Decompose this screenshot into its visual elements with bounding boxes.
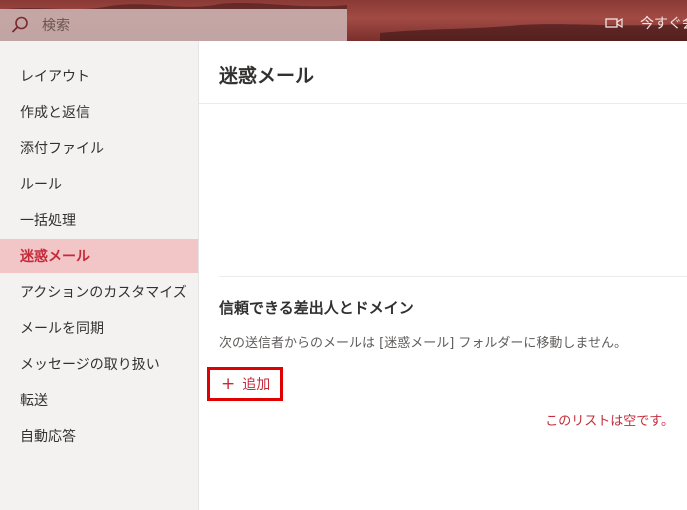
safe-senders-description: 次の送信者からのメールは [迷惑メール] フォルダーに移動しません。 [219,336,628,351]
add-button-label: 追加 [242,377,271,393]
sidebar-item-customize-actions[interactable]: アクションのカスタマイズ [0,275,198,309]
video-icon[interactable] [605,16,623,30]
sidebar-item-sweep[interactable]: 一括処理 [0,203,198,237]
sidebar-item-attachments[interactable]: 添付ファイル [0,131,198,165]
sidebar-item-message-handling[interactable]: メッセージの取り扱い [0,347,198,381]
sidebar-item-sync-email[interactable]: メールを同期 [0,311,198,345]
sidebar-item-junk-email[interactable]: 迷惑メール [0,239,198,273]
search-icon [11,16,28,33]
sidebar-item-layout[interactable]: レイアウト [0,59,198,93]
safe-senders-heading: 信頼できる差出人とドメイン [219,299,414,317]
search-box[interactable]: 検索 [0,9,347,41]
sidebar-item-forwarding[interactable]: 転送 [0,383,198,417]
add-safe-sender-button[interactable]: + 追加 [207,367,283,401]
settings-sidebar: レイアウト 作成と返信 添付ファイル ルール 一括処理 迷惑メール アクションの… [0,41,199,510]
sidebar-item-compose-reply[interactable]: 作成と返信 [0,95,198,129]
sidebar-item-automatic-replies[interactable]: 自動応答 [0,419,198,453]
plus-icon: + [221,373,236,394]
page-title: 迷惑メール [219,65,315,87]
top-banner: 検索 今すぐ会 [0,0,687,41]
settings-content: 迷惑メール 信頼できる差出人とドメイン 次の送信者からのメールは [迷惑メール]… [199,41,687,510]
title-divider [199,103,687,104]
empty-list-message: このリストは空です。 [545,414,674,429]
meet-now-button[interactable]: 今すぐ会 [640,13,687,33]
sidebar-item-rules[interactable]: ルール [0,167,198,201]
search-placeholder: 検索 [42,18,70,34]
section-divider [219,276,687,277]
